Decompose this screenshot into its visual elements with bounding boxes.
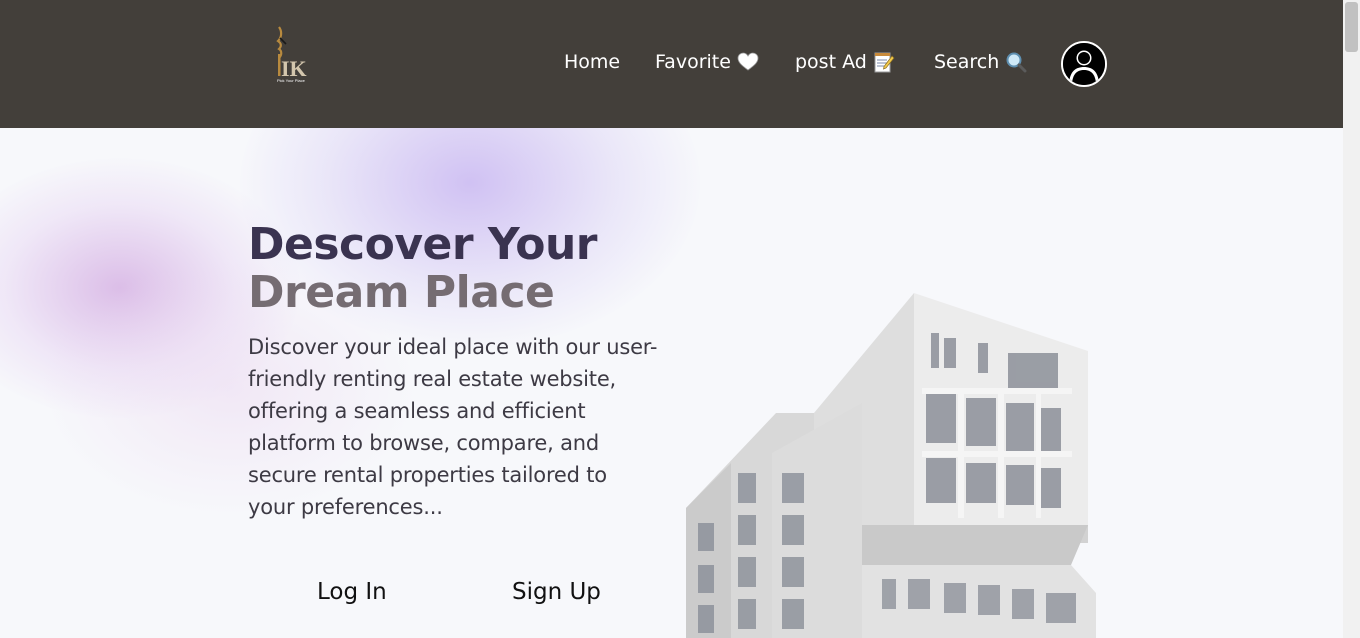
nav-home-label: Home — [564, 51, 621, 73]
nav-home-link[interactable]: Home — [564, 50, 620, 74]
hero-title-line1: Descover Your — [248, 219, 597, 270]
site-logo[interactable]: IK Pick Your Place — [270, 24, 316, 84]
user-avatar-button[interactable] — [1061, 41, 1107, 87]
nav-post-ad-link[interactable]: post Ad — [795, 50, 895, 74]
logo-subtext: Pick Your Place — [277, 78, 306, 83]
memo-icon — [873, 51, 895, 73]
signup-button[interactable]: Sign Up — [512, 577, 601, 607]
hero-description: Discover your ideal place with our user-… — [248, 335, 658, 519]
hero-title-line2: Dream Place — [248, 267, 555, 318]
nav-post-ad-label: post Ad — [795, 51, 867, 73]
user-avatar-icon — [1063, 43, 1105, 85]
nav-search-label: Search — [934, 51, 1000, 73]
hero-title: Descover Your Dream Place — [248, 221, 597, 317]
nav-search-link[interactable]: Search — [934, 50, 1027, 74]
top-navbar: IK Pick Your Place Home Favorite post Ad — [0, 0, 1343, 128]
login-button[interactable]: Log In — [317, 577, 387, 607]
building-illustration — [686, 293, 1096, 638]
scrollbar-thumb[interactable] — [1345, 2, 1358, 52]
nav-favorite-label: Favorite — [655, 51, 731, 73]
hero-section: Descover Your Dream Place Discover your … — [0, 128, 1343, 638]
vertical-scrollbar[interactable] — [1343, 0, 1360, 638]
search-icon — [1005, 51, 1027, 73]
heart-icon — [737, 52, 759, 72]
logo-icon: IK Pick Your Place — [276, 26, 307, 83]
nav-favorite-link[interactable]: Favorite — [655, 50, 759, 74]
